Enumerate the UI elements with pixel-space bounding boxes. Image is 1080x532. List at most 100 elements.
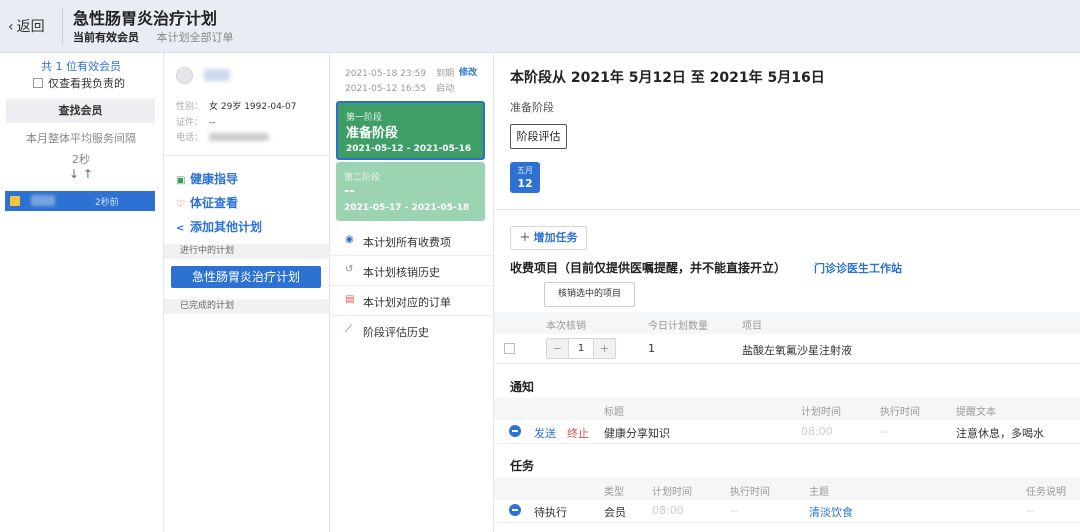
avatar bbox=[176, 67, 193, 84]
expire-date: 2021-05-18 23:59 到期 bbox=[345, 66, 454, 79]
chevron-left-icon: ‹ bbox=[8, 19, 14, 35]
menu-orders[interactable]: ▤ 本计划对应的订单 bbox=[330, 286, 493, 316]
col-header: 主题 bbox=[809, 487, 829, 498]
share-icon: < bbox=[176, 223, 185, 234]
col-header: 标题 bbox=[604, 407, 624, 418]
stage-name: -- bbox=[344, 184, 355, 199]
stop-link[interactable]: 终止 bbox=[567, 425, 589, 441]
plan-time: 08:00 bbox=[652, 504, 684, 517]
notice-text: 注意休息，多喝水 bbox=[956, 427, 1044, 440]
task-topic-link[interactable]: 清淡饮食 bbox=[809, 504, 853, 520]
edit-link[interactable]: 修改 bbox=[459, 65, 477, 78]
avg-service-value: 2秒 bbox=[72, 153, 90, 166]
gender-value: 女 29岁 1992-04-07 bbox=[209, 102, 297, 112]
col-header: 任务说明 bbox=[1026, 487, 1066, 498]
stage-card-1[interactable]: 第一阶段 准备阶段 2021-05-12 - 2021-05-16 bbox=[336, 101, 485, 160]
member-count[interactable]: 共 1 位有效会员 bbox=[0, 58, 162, 74]
order-icon: ▤ bbox=[345, 294, 355, 305]
current-plan-button[interactable]: 急性肠胃炎治疗计划 bbox=[171, 266, 321, 288]
notice-title-cell: 健康分享知识 bbox=[604, 427, 670, 440]
row-checkbox[interactable] bbox=[504, 343, 515, 354]
expire-date-value: 2021-05-18 23:59 bbox=[345, 69, 427, 79]
stage-name: 准备阶段 bbox=[346, 126, 399, 141]
phone-value-redacted bbox=[209, 133, 270, 141]
clinic-workstation-link[interactable]: 门诊诊医生工作站 bbox=[814, 260, 902, 276]
col-header: 本次核销 bbox=[546, 321, 586, 332]
gender-row: 性别： 女 29岁 1992-04-07 bbox=[176, 99, 297, 112]
divider bbox=[494, 209, 1080, 210]
add-task-label: 增加任务 bbox=[533, 231, 578, 244]
send-link[interactable]: 发送 bbox=[534, 425, 556, 441]
sort-arrows[interactable]: ↓ ↑ bbox=[0, 167, 162, 181]
quantity-stepper[interactable]: − 1 + bbox=[546, 338, 616, 359]
heart-icon: ♡ bbox=[176, 199, 185, 210]
col-header: 执行时间 bbox=[730, 487, 770, 498]
menu-label: 本计划核销历史 bbox=[363, 266, 440, 279]
stage-range: 2021-05-17 - 2021-05-18 bbox=[344, 203, 470, 213]
member-list-item[interactable]: 2秒前 bbox=[5, 191, 155, 211]
void-selected-button[interactable]: 核销选中的项目 bbox=[544, 282, 635, 307]
only-mine-checkbox[interactable] bbox=[33, 78, 43, 88]
back-label: 返回 bbox=[16, 19, 45, 35]
stage-title: 本阶段从 2021年 5月12日 至 2021年 5月16日 bbox=[510, 70, 825, 86]
health-guide-link[interactable]: ▣ 健康指导 bbox=[176, 170, 238, 187]
member-last-time: 2秒前 bbox=[95, 198, 119, 208]
tab-active-members[interactable]: 当前有效会员 bbox=[73, 31, 139, 44]
menu-void-history[interactable]: ↺ 本计划核销历史 bbox=[330, 256, 493, 286]
add-task-button[interactable]: + 增加任务 bbox=[510, 226, 587, 250]
stage-eval-button[interactable]: 阶段评估 bbox=[510, 124, 567, 149]
col-header: 类型 bbox=[604, 487, 624, 498]
table-row: 待执行 会员 08:00 -- 清淡饮食 -- bbox=[494, 499, 1080, 523]
stage-card-2[interactable]: 第二阶段 -- 2021-05-17 - 2021-05-18 bbox=[336, 162, 485, 221]
top-bar: ‹ 返回 急性肠胃炎治疗计划 当前有效会员 本计划全部订单 bbox=[0, 0, 1080, 53]
in-progress-header: 进行中的计划 bbox=[164, 244, 329, 259]
plus-icon: + bbox=[519, 230, 531, 245]
vitals-link[interactable]: ♡ 体征查看 bbox=[176, 194, 238, 211]
health-guide-label: 健康指导 bbox=[190, 172, 239, 186]
menu-all-charges[interactable]: ◉ 本计划所有收费项 bbox=[330, 226, 493, 256]
id-value: -- bbox=[209, 118, 216, 128]
minus-icon[interactable]: − bbox=[547, 339, 569, 358]
add-plan-link[interactable]: < 添加其他计划 bbox=[176, 218, 262, 235]
menu-label: 本计划对应的订单 bbox=[363, 296, 451, 309]
history-icon: ↺ bbox=[345, 264, 354, 275]
chart-icon: ⟋ bbox=[345, 324, 352, 335]
divider bbox=[164, 155, 329, 156]
add-plan-label: 添加其他计划 bbox=[190, 220, 263, 234]
divider bbox=[62, 8, 63, 44]
col-header: 执行时间 bbox=[880, 407, 920, 418]
stage-name: 准备阶段 bbox=[510, 101, 554, 114]
remove-icon[interactable] bbox=[509, 425, 521, 437]
page-title: 急性肠胃炎治疗计划 bbox=[73, 9, 218, 28]
quantity-value[interactable]: 1 bbox=[569, 339, 593, 358]
remove-icon[interactable] bbox=[509, 504, 521, 516]
charges-table-header: 本次核销 今日计划数量 项目 bbox=[494, 312, 1080, 334]
phone-label: 电话： bbox=[176, 133, 204, 143]
back-button[interactable]: ‹ 返回 bbox=[8, 16, 45, 36]
menu-eval-history[interactable]: ⟋ 阶段评估历史 bbox=[330, 316, 493, 346]
id-label: 证件： bbox=[176, 118, 204, 128]
start-date: 2021-05-12 16:55 启动 bbox=[345, 81, 454, 94]
avg-service-label: 本月整体平均服务间隔 bbox=[26, 132, 136, 145]
calendar-day: 12 bbox=[517, 177, 533, 190]
expire-tag: 到期 bbox=[436, 69, 455, 79]
col-header: 计划时间 bbox=[652, 487, 692, 498]
member-icon bbox=[10, 196, 20, 206]
stage-range: 2021-05-12 - 2021-05-16 bbox=[346, 144, 472, 154]
only-mine-toggle[interactable]: 仅查看我负责的 bbox=[33, 75, 125, 91]
notice-table-header: 标题 计划时间 执行时间 提醒文本 bbox=[494, 398, 1080, 420]
find-member-button[interactable]: 查找会员 bbox=[6, 99, 155, 123]
menu-label: 本计划所有收费项 bbox=[363, 236, 451, 249]
only-mine-label: 仅查看我负责的 bbox=[48, 77, 125, 90]
charges-title: 收费项目（目前仅提供医嘱提醒，并不能直接开立） bbox=[510, 261, 787, 275]
calendar-day-badge[interactable]: 五月 12 bbox=[510, 162, 540, 193]
phone-row: 电话： bbox=[176, 130, 270, 143]
document-icon: ▣ bbox=[176, 175, 186, 186]
col-header: 提醒文本 bbox=[956, 407, 996, 418]
col-header: 今日计划数量 bbox=[648, 321, 708, 332]
start-tag: 启动 bbox=[436, 84, 455, 94]
plus-icon[interactable]: + bbox=[593, 339, 615, 358]
tab-all-orders[interactable]: 本计划全部订单 bbox=[157, 31, 234, 44]
table-row: 发送 终止 健康分享知识 08:00 -- 注意休息，多喝水 bbox=[494, 420, 1080, 444]
exec-time: -- bbox=[880, 425, 888, 438]
